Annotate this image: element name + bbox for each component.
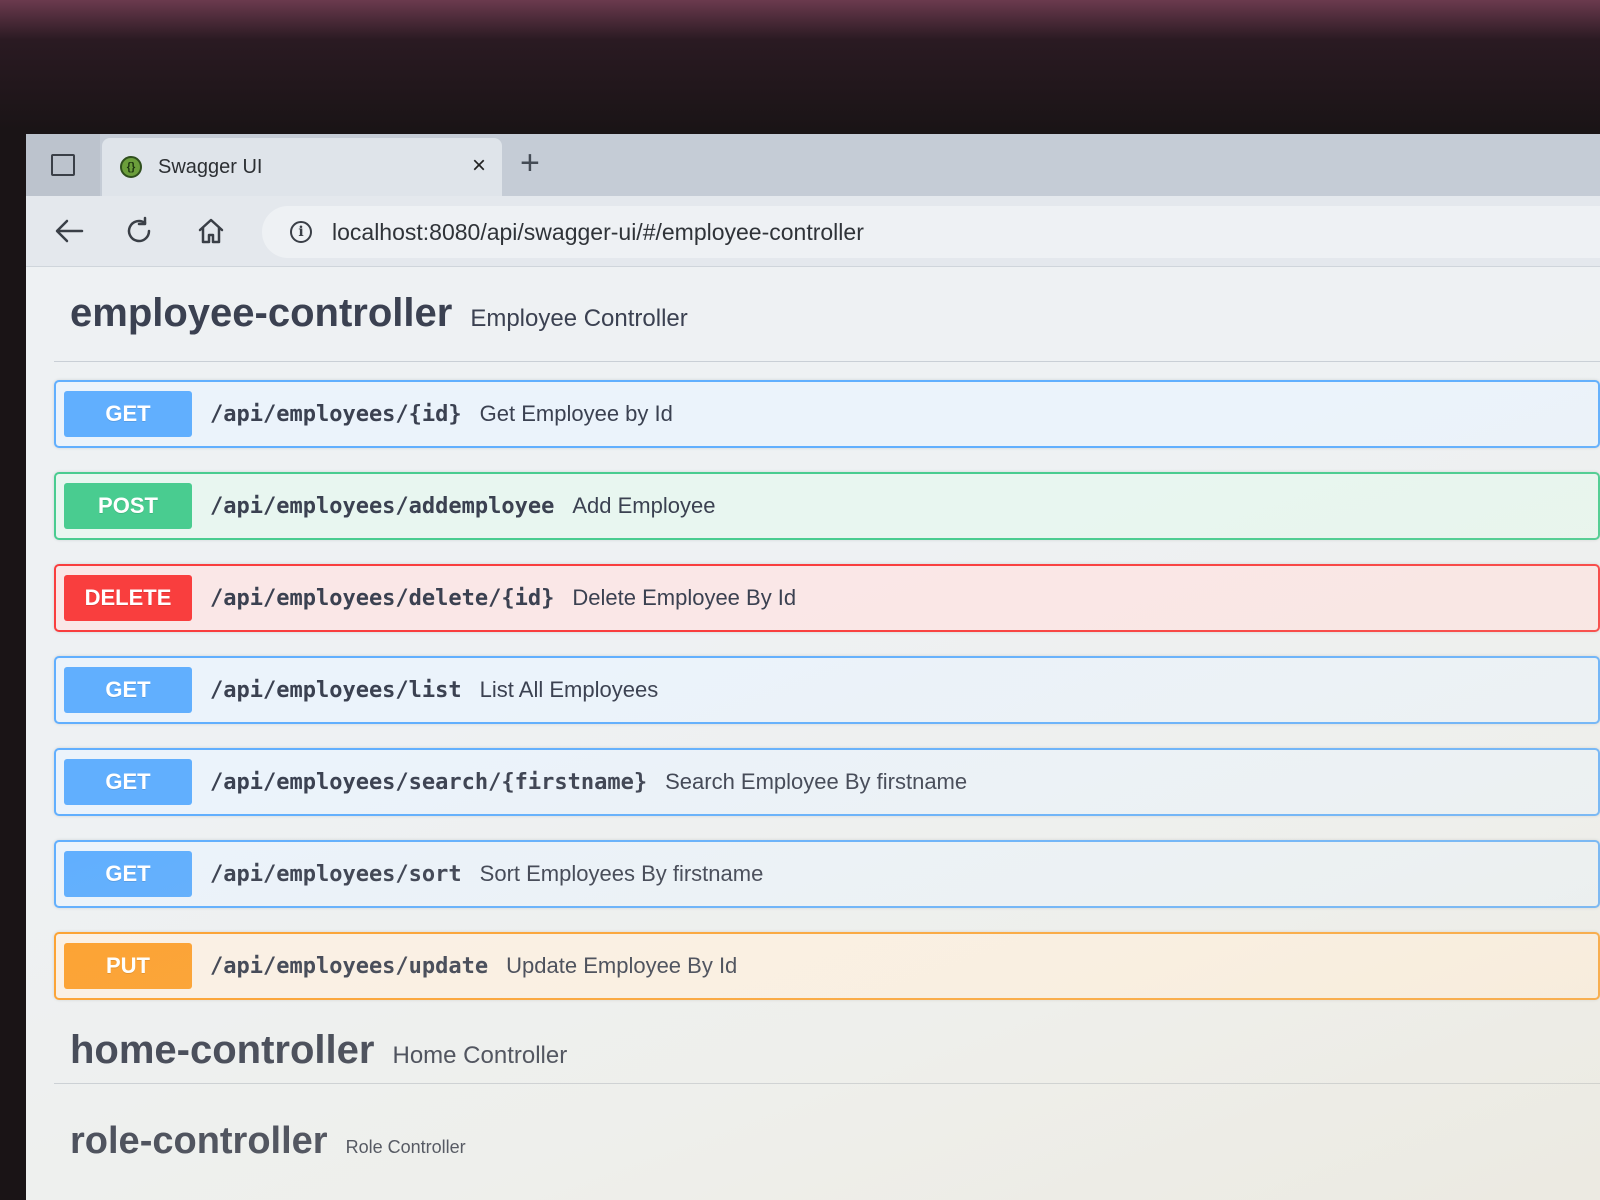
method-badge: DELETE [64,575,192,621]
controller-description: Employee Controller [470,305,688,332]
url-text: localhost:8080/api/swagger-ui/#/employee… [332,218,864,245]
operation-summary: Add Employee [572,493,716,518]
operation-path: /api/employees/list [210,677,462,703]
operation-update-employee[interactable]: PUT /api/employees/update Update Employe… [54,932,1600,1000]
method-badge: PUT [64,943,192,989]
operation-summary: Get Employee by Id [479,401,673,426]
method-badge: GET [64,391,192,437]
method-badge: GET [64,667,192,713]
controller-description: Role Controller [345,1137,466,1157]
operation-list-employees[interactable]: GET /api/employees/list List All Employe… [54,656,1600,724]
operation-get-employee-by-id[interactable]: GET /api/employees/{id} Get Employee by … [54,380,1600,448]
controller-description: Home Controller [392,1042,568,1069]
method-badge: GET [64,759,192,805]
swagger-content: employee-controller Employee Controller … [26,291,1600,1163]
operation-summary: Update Employee By Id [506,953,738,978]
close-icon[interactable]: × [472,154,486,178]
operation-path: /api/employees/update [210,953,489,979]
method-badge: POST [64,483,192,529]
new-tab-button[interactable]: + [520,146,540,180]
operation-summary: List All Employees [479,677,659,702]
tab-actions-icon [51,154,75,176]
operation-summary: Search Employee By firstname [665,769,968,794]
method-badge: GET [64,851,192,897]
browser-toolbar: i localhost:8080/api/swagger-ui/#/employ… [26,196,1600,267]
operation-path: /api/employees/{id} [210,401,462,427]
divider [54,361,1600,362]
tab-swagger-ui[interactable]: {} Swagger UI × [102,138,502,196]
reload-icon[interactable] [122,214,156,248]
browser-window: {} Swagger UI × + i localhost:8080/api/s… [26,134,1600,1200]
operation-summary: Sort Employees By firstname [479,861,764,886]
tab-title: Swagger UI [158,155,263,178]
operation-delete-employee[interactable]: DELETE /api/employees/delete/{id} Delete… [54,564,1600,632]
home-controller-header[interactable]: home-controller Home Controller [54,1028,1600,1073]
controller-name: employee-controller [70,291,453,335]
operation-search-employee[interactable]: GET /api/employees/search/{firstname} Se… [54,748,1600,816]
divider [54,1083,1600,1084]
operation-summary: Delete Employee By Id [572,585,797,610]
back-arrow-icon[interactable] [52,214,86,248]
role-controller-header[interactable]: role-controller Role Controller [54,1120,1600,1163]
operation-path: /api/employees/addemployee [210,493,555,519]
operation-add-employee[interactable]: POST /api/employees/addemployee Add Empl… [54,472,1600,540]
address-bar[interactable]: i localhost:8080/api/swagger-ui/#/employ… [262,206,1600,258]
controller-name: home-controller [70,1028,375,1072]
employee-controller-header[interactable]: employee-controller Employee Controller [54,291,1600,351]
operation-path: /api/employees/delete/{id} [210,585,555,611]
operation-sort-employees[interactable]: GET /api/employees/sort Sort Employees B… [54,840,1600,908]
operation-path: /api/employees/search/{firstname} [210,769,648,795]
operation-path: /api/employees/sort [210,861,462,887]
controller-name: role-controller [70,1120,328,1162]
tab-actions-button[interactable] [26,134,100,196]
home-icon[interactable] [194,214,228,248]
swagger-favicon-icon: {} [120,156,142,178]
info-icon[interactable]: i [290,221,312,243]
tab-strip: {} Swagger UI × + [26,134,1600,196]
